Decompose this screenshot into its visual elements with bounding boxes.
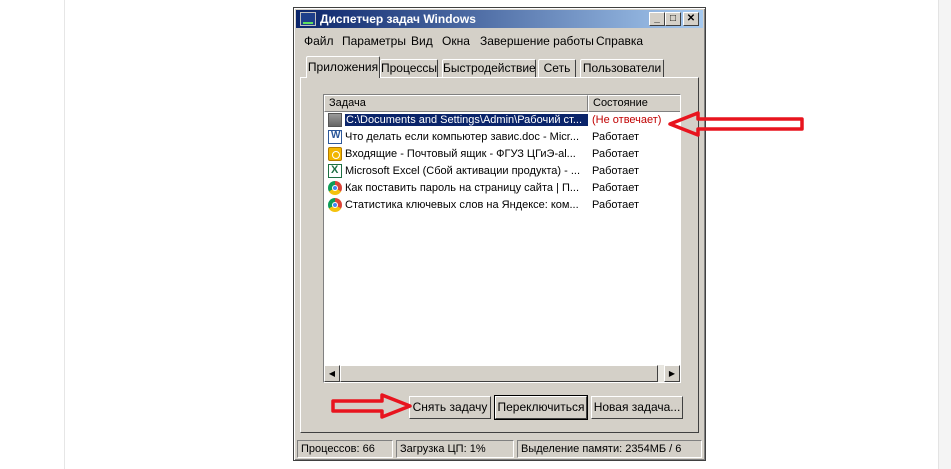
task-row[interactable]: Что делать если компьютер завис.doc - Mi…	[324, 129, 680, 146]
task-row[interactable]: Статистика ключевых слов на Яндексе: ком…	[324, 197, 680, 214]
horizontal-scrollbar[interactable]: ◀ ▶	[324, 365, 680, 382]
status-cpu-load: Загрузка ЦП: 1%	[396, 440, 514, 458]
annotation-arrow-end-task	[331, 393, 412, 419]
tab-users[interactable]: Пользователи	[580, 59, 664, 77]
task-name: C:\Documents and Settings\Admin\Рабочий …	[345, 114, 588, 126]
task-name: Статистика ключевых слов на Яндексе: ком…	[345, 199, 579, 211]
page-right-scroll-edge	[938, 0, 951, 469]
tab-network[interactable]: Сеть	[538, 59, 576, 77]
task-list[interactable]: Задача Состояние C:\Documents and Settin…	[323, 94, 681, 383]
task-status: Работает	[592, 199, 640, 211]
chrome-icon	[328, 198, 342, 212]
tab-processes[interactable]: Процессы	[380, 59, 438, 77]
outlook-icon	[328, 147, 342, 161]
switch-to-button[interactable]: Переключиться	[494, 395, 588, 420]
menu-help[interactable]: Справка	[596, 34, 643, 48]
scroll-left-arrow-icon[interactable]: ◀	[324, 365, 340, 382]
task-status: Работает	[592, 165, 640, 177]
task-status: Работает	[592, 131, 640, 143]
new-task-button[interactable]: Новая задача...	[591, 396, 683, 419]
menu-shutdown[interactable]: Завершение работы	[480, 34, 594, 48]
menu-options[interactable]: Параметры	[342, 34, 406, 48]
task-status: (Не отвечает)	[592, 114, 662, 126]
status-processes: Процессов: 66	[297, 440, 393, 458]
window-title: Диспетчер задач Windows	[320, 12, 476, 26]
task-row[interactable]: Как поставить пароль на страницу сайта |…	[324, 180, 680, 197]
task-status: Работает	[592, 148, 640, 160]
task-name: Что делать если компьютер завис.doc - Mi…	[345, 131, 580, 143]
title-bar[interactable]: Диспетчер задач Windows _ □ ✕	[296, 10, 703, 28]
close-button[interactable]: ✕	[683, 12, 699, 26]
page-left-margin	[0, 0, 65, 469]
task-manager-app-icon[interactable]	[300, 12, 316, 26]
generic-app-icon	[328, 113, 342, 127]
tab-applications[interactable]: Приложения	[306, 56, 380, 78]
tab-performance[interactable]: Быстродействие	[442, 59, 536, 77]
chrome-icon	[328, 181, 342, 195]
word-icon	[328, 130, 342, 144]
task-name: Входящие - Почтовый ящик - ФГУЗ ЦГиЭ-al.…	[345, 148, 576, 160]
scrollbar-thumb[interactable]	[340, 365, 658, 382]
excel-icon	[328, 164, 342, 178]
applications-panel: Задача Состояние C:\Documents and Settin…	[300, 77, 699, 433]
status-memory: Выделение памяти: 2354МБ / 6	[517, 440, 702, 458]
task-row[interactable]: Входящие - Почтовый ящик - ФГУЗ ЦГиЭ-al.…	[324, 146, 680, 163]
end-task-button[interactable]: Снять задачу	[409, 396, 491, 419]
menu-file[interactable]: Файл	[304, 34, 334, 48]
menu-view[interactable]: Вид	[411, 34, 433, 48]
task-row[interactable]: C:\Documents and Settings\Admin\Рабочий …	[324, 112, 680, 129]
task-row[interactable]: Microsoft Excel (Сбой активации продукта…	[324, 163, 680, 180]
column-header-task[interactable]: Задача	[324, 95, 588, 112]
annotation-arrow-not-responding	[668, 111, 804, 137]
scroll-right-arrow-icon[interactable]: ▶	[664, 365, 680, 382]
task-name: Microsoft Excel (Сбой активации продукта…	[345, 165, 581, 177]
status-bar: Процессов: 66 Загрузка ЦП: 1% Выделение …	[297, 440, 702, 458]
task-status: Работает	[592, 182, 640, 194]
menu-windows[interactable]: Окна	[442, 34, 470, 48]
task-name: Как поставить пароль на страницу сайта |…	[345, 182, 580, 194]
maximize-button[interactable]: □	[665, 12, 681, 26]
minimize-button[interactable]: _	[649, 12, 665, 26]
